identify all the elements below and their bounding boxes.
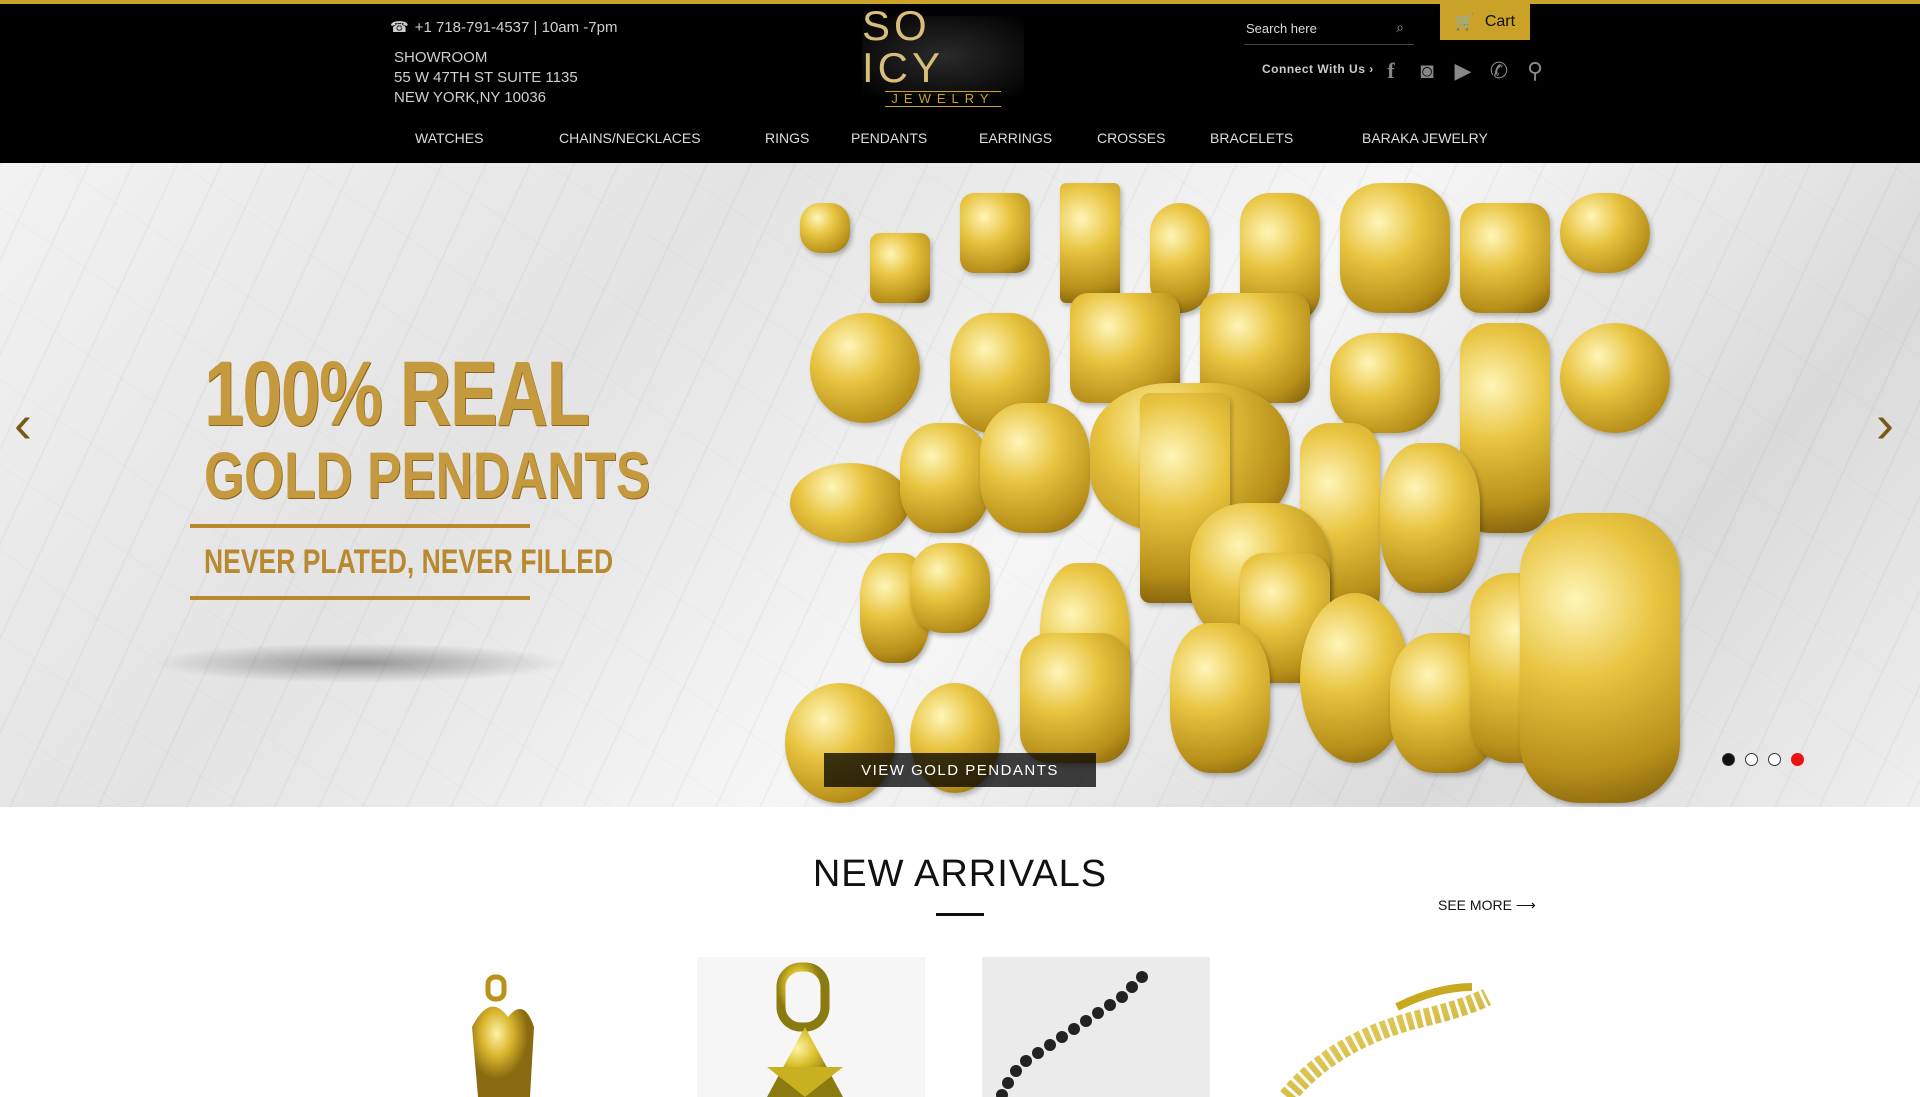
nav-item-watches[interactable]: WATCHES <box>415 130 483 146</box>
gold-pendant-shape <box>810 313 920 423</box>
showroom-address: SHOWROOM 55 W 47TH ST SUITE 1135 NEW YOR… <box>394 48 578 108</box>
site-header: ☎ +1 718-791-4537 | 10am -7pm SHOWROOM 55… <box>0 4 1920 163</box>
youtube-icon[interactable]: ▶ <box>1452 58 1474 84</box>
slider-dot[interactable] <box>1745 753 1758 766</box>
see-more-label: SEE MORE <box>1438 897 1512 913</box>
search-input[interactable] <box>1244 14 1388 42</box>
hero-line-3: NEVER PLATED, NEVER FILLED <box>204 543 614 581</box>
map-pin-icon[interactable]: ⚲ <box>1524 58 1546 84</box>
view-gold-pendants-button[interactable]: VIEW GOLD PENDANTS <box>824 753 1096 787</box>
hero-divider <box>190 524 530 528</box>
nav-item-pendants[interactable]: PENDANTS <box>851 130 927 146</box>
search-icon[interactable]: ⌕ <box>1396 19 1404 36</box>
nav-item-bracelets[interactable]: BRACELETS <box>1210 130 1293 146</box>
gold-pendant-shape <box>1340 183 1450 313</box>
product-card[interactable] <box>982 957 1210 1097</box>
gold-chain-bracelet-image <box>1280 983 1492 1097</box>
see-more-link[interactable]: SEE MORE ⟶ <box>1438 897 1536 914</box>
praying-hands-pendant-image <box>472 974 534 1097</box>
gold-pendant-shape <box>1060 183 1120 303</box>
slider-dots <box>1722 753 1804 766</box>
next-slide-icon[interactable]: › <box>1876 393 1894 455</box>
gold-pendant-shape <box>1460 203 1550 313</box>
title-underline <box>936 913 984 916</box>
instagram-icon[interactable]: ◙ <box>1416 58 1438 84</box>
hero-slider: 100% REAL GOLD PENDANTS NEVER PLATED, NE… <box>0 163 1920 807</box>
prev-slide-icon[interactable]: ‹ <box>14 393 32 455</box>
slider-dot[interactable] <box>1722 753 1735 766</box>
black-bead-bracelet-image <box>982 957 1210 1097</box>
connect-label: Connect With Us › <box>1262 62 1374 76</box>
social-links: f ◙ ▶ ✆ ⚲ <box>1380 58 1546 84</box>
gold-pendant-shape <box>1560 193 1650 273</box>
gold-pendant-shape <box>1330 333 1440 433</box>
hero-divider <box>190 596 530 600</box>
new-arrivals-section: NEW ARRIVALS SEE MORE ⟶ <box>0 807 1920 1097</box>
headline-shadow <box>150 643 570 683</box>
nav-item-rings[interactable]: RINGS <box>765 130 809 146</box>
nav-item-earrings[interactable]: EARRINGS <box>979 130 1052 146</box>
nav-item-baraka-jewelry[interactable]: BARAKA JEWELRY <box>1362 130 1488 146</box>
arrow-right-icon: ⟶ <box>1515 897 1536 913</box>
gold-pendant-shape <box>1020 633 1130 763</box>
star-of-david-pendant-image <box>697 957 925 1097</box>
gold-pendant-shape <box>1170 623 1270 773</box>
whatsapp-icon[interactable]: ✆ <box>1488 58 1510 84</box>
product-card[interactable] <box>412 957 640 1097</box>
hero-headline: 100% REAL GOLD PENDANTS NEVER PLATED, NE… <box>160 343 651 614</box>
gold-pendant-shape <box>900 423 990 533</box>
cart-button[interactable]: 🛒 Cart <box>1440 4 1530 40</box>
phone-icon: ☎ <box>390 19 409 36</box>
nav-item-crosses[interactable]: CROSSES <box>1097 130 1165 146</box>
showroom-line: 55 W 47TH ST SUITE 1135 <box>394 69 578 86</box>
product-card[interactable] <box>697 957 925 1097</box>
cart-label: Cart <box>1484 13 1516 30</box>
cart-icon: 🛒 <box>1454 14 1475 31</box>
site-logo[interactable]: SO ICY JEWELRY <box>862 5 1024 107</box>
gold-pendant-shape <box>960 193 1030 273</box>
logo-sub-text: JEWELRY <box>885 91 1001 107</box>
new-arrivals-title: NEW ARRIVALS <box>812 853 1108 895</box>
nav-item-chains-necklaces[interactable]: CHAINS/NECKLACES <box>559 130 701 146</box>
hero-line-2: GOLD PENDANTS <box>204 438 651 512</box>
phone-text[interactable]: +1 718-791-4537 | 10am -7pm <box>415 19 618 36</box>
slider-dot-active[interactable] <box>1791 753 1804 766</box>
main-nav: WATCHES CHAINS/NECKLACES RINGS PENDANTS … <box>0 130 1920 150</box>
facebook-icon[interactable]: f <box>1380 58 1402 84</box>
gold-pendant-shape <box>870 233 930 303</box>
gold-pendant-shape <box>790 463 910 543</box>
search-box: ⌕ <box>1244 14 1414 45</box>
gold-pendant-shape <box>800 203 850 253</box>
showroom-line: NEW YORK,NY 10036 <box>394 89 547 106</box>
showroom-line: SHOWROOM <box>394 49 488 66</box>
gold-pendant-shape <box>980 403 1090 533</box>
gold-pendant-shape <box>1380 443 1480 593</box>
contact-info: ☎ +1 718-791-4537 | 10am -7pm <box>390 18 617 36</box>
product-card[interactable] <box>1267 957 1495 1097</box>
gold-pendant-shape <box>1560 323 1670 433</box>
slider-dot[interactable] <box>1768 753 1781 766</box>
hero-line-1: 100% REAL <box>204 343 590 445</box>
logo-main-text: SO ICY <box>862 2 945 91</box>
gold-pendant-shape <box>910 543 990 633</box>
pendants-image <box>780 163 1680 807</box>
gold-pendant-shape <box>1520 513 1680 803</box>
